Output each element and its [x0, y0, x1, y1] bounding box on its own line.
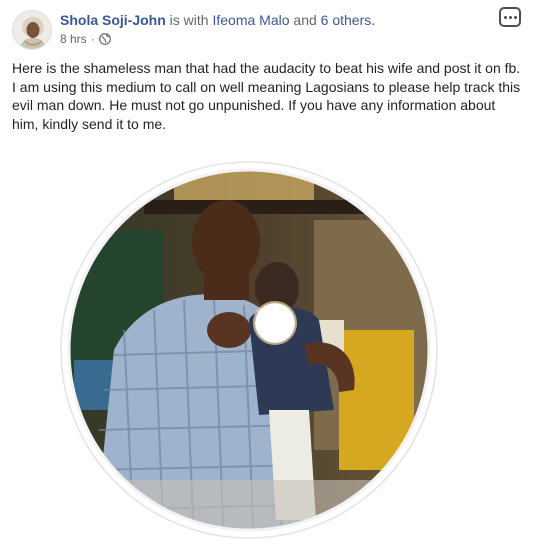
others-link[interactable]: 6 others.	[321, 12, 375, 28]
post-timestamp[interactable]: 8 hrs	[60, 31, 87, 47]
post-time-line: 8 hrs ·	[60, 31, 111, 47]
and-text: and	[293, 12, 317, 28]
globe-icon[interactable]	[98, 33, 111, 45]
more-options-button[interactable]	[499, 7, 521, 27]
tagged-person-link[interactable]: Ifeoma Malo	[212, 12, 289, 28]
post-header: Shola Soji-John is with Ifeoma Malo and …	[10, 7, 527, 51]
more-options-dot	[508, 15, 512, 19]
more-options-icon	[503, 15, 507, 19]
avatar-image	[13, 11, 51, 49]
with-text: is with	[169, 12, 209, 28]
author-name-link[interactable]: Shola Soji-John	[60, 12, 166, 28]
author-avatar[interactable]	[12, 10, 52, 50]
post-photo-image	[60, 161, 438, 539]
post-meta: Shola Soji-John is with Ifeoma Malo and …	[60, 11, 375, 29]
meta-separator: ·	[90, 32, 95, 46]
facebook-post: Shola Soji-John is with Ifeoma Malo and …	[0, 0, 537, 544]
post-body-text: Here is the shameless man that had the a…	[12, 60, 521, 132]
post-photo[interactable]	[54, 160, 444, 545]
more-options-dot	[513, 15, 517, 19]
